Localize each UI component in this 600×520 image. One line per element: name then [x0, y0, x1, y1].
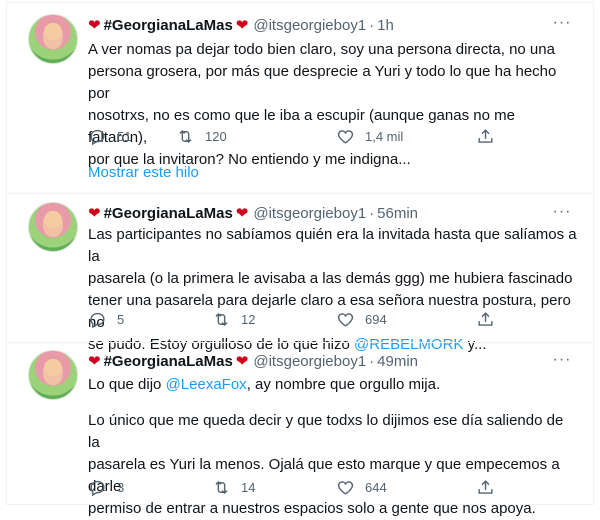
like-button[interactable]: 694 [336, 310, 387, 329]
tweet-text-segment: Lo que dijo [88, 376, 166, 393]
retweet-count: 12 [241, 312, 256, 327]
retweet-button[interactable]: 12 [212, 310, 255, 329]
like-icon [337, 481, 354, 495]
avatar[interactable] [28, 14, 78, 64]
heart-icon: ❤ [88, 17, 101, 34]
like-icon [337, 313, 354, 327]
tweet-header: ❤ #GeorgianaLaMas ❤ @itsgeorgieboy1 · 49… [88, 351, 418, 371]
avatar[interactable] [28, 350, 78, 400]
reply-button[interactable]: 3 [88, 478, 124, 497]
retweet-count: 120 [205, 129, 227, 144]
divider [6, 193, 594, 194]
tweet-text-line: persona grosera, por más que desprecie a… [88, 63, 557, 102]
reply-icon [90, 129, 105, 146]
display-name[interactable]: #GeorgianaLaMas [104, 353, 233, 370]
tweet-actions: 3 14 644 [88, 478, 508, 502]
retweet-icon [215, 312, 228, 327]
separator-dot: · [369, 352, 375, 370]
more-options-icon[interactable]: ··· [552, 203, 572, 221]
like-count: 644 [365, 480, 387, 495]
timestamp[interactable]: 49min [377, 353, 418, 370]
reply-button[interactable]: 5 [88, 310, 124, 329]
tweet-text-segment: y... [463, 336, 487, 353]
more-options-icon[interactable]: ··· [552, 351, 572, 369]
timestamp[interactable]: 56min [377, 205, 418, 222]
reply-button[interactable]: 51 [88, 127, 131, 146]
tweet-text-line: Lo único que me queda decir y que todxs … [88, 412, 564, 451]
like-button[interactable]: 1,4 mil [336, 127, 403, 146]
tweet-text-line: pasarela (o la primera le avisaba a las … [88, 270, 573, 287]
tweet-text-segment: , ay nombre que orgullo mija. [246, 376, 441, 393]
timestamp[interactable]: 1h [377, 17, 394, 34]
tweet-header: ❤ #GeorgianaLaMas ❤ @itsgeorgieboy1 · 56… [88, 203, 418, 223]
retweet-button[interactable]: 120 [176, 127, 227, 146]
heart-icon: ❤ [88, 205, 101, 222]
display-name[interactable]: #GeorgianaLaMas [104, 205, 233, 222]
heart-icon: ❤ [235, 353, 249, 370]
reply-icon [90, 312, 105, 329]
retweet-icon [179, 129, 192, 144]
like-count: 1,4 mil [365, 129, 404, 144]
share-icon [478, 312, 493, 326]
heart-icon: ❤ [235, 17, 249, 34]
separator-dot: · [369, 16, 375, 34]
tweet-actions: 5 12 694 [88, 310, 508, 334]
mention-link[interactable]: @LeexaFox [166, 376, 247, 393]
like-count: 694 [365, 312, 387, 327]
like-button[interactable]: 644 [336, 478, 387, 497]
reply-count: 51 [117, 129, 132, 144]
user-handle[interactable]: @itsgeorgieboy1 [253, 205, 366, 222]
divider [6, 342, 594, 343]
more-options-icon[interactable]: ··· [552, 14, 572, 32]
avatar[interactable] [28, 202, 78, 252]
retweet-icon [215, 480, 228, 495]
heart-icon: ❤ [235, 205, 249, 222]
tweet-actions: 51 120 1,4 mil [88, 127, 508, 151]
user-handle[interactable]: @itsgeorgieboy1 [253, 17, 366, 34]
share-icon [478, 129, 493, 143]
retweet-count: 14 [241, 480, 256, 495]
tweet-text: A ver nomas pa dejar todo bien claro, so… [88, 39, 578, 171]
share-button[interactable] [476, 478, 505, 497]
tweet-text-line: Las participantes no sabíamos quién era … [88, 226, 577, 265]
like-icon [337, 130, 354, 144]
tweet-text: Las participantes no sabíamos quién era … [88, 224, 578, 356]
show-thread-link[interactable]: Mostrar este hilo [88, 164, 199, 181]
share-icon [478, 480, 493, 494]
user-handle[interactable]: @itsgeorgieboy1 [253, 353, 366, 370]
share-button[interactable] [476, 310, 505, 329]
reply-icon [90, 480, 105, 497]
share-button[interactable] [476, 127, 505, 146]
heart-icon: ❤ [88, 353, 101, 370]
display-name[interactable]: #GeorgianaLaMas [104, 17, 233, 34]
tweet-text-line: Lo que dijo @LeexaFox, ay nombre que org… [88, 374, 578, 396]
retweet-button[interactable]: 14 [212, 478, 255, 497]
reply-count: 3 [117, 480, 125, 495]
separator-dot: · [369, 204, 375, 222]
reply-count: 5 [117, 312, 125, 327]
tweet-text-line: A ver nomas pa dejar todo bien claro, so… [88, 41, 555, 58]
tweet-header: ❤ #GeorgianaLaMas ❤ @itsgeorgieboy1 · 1h [88, 15, 394, 35]
